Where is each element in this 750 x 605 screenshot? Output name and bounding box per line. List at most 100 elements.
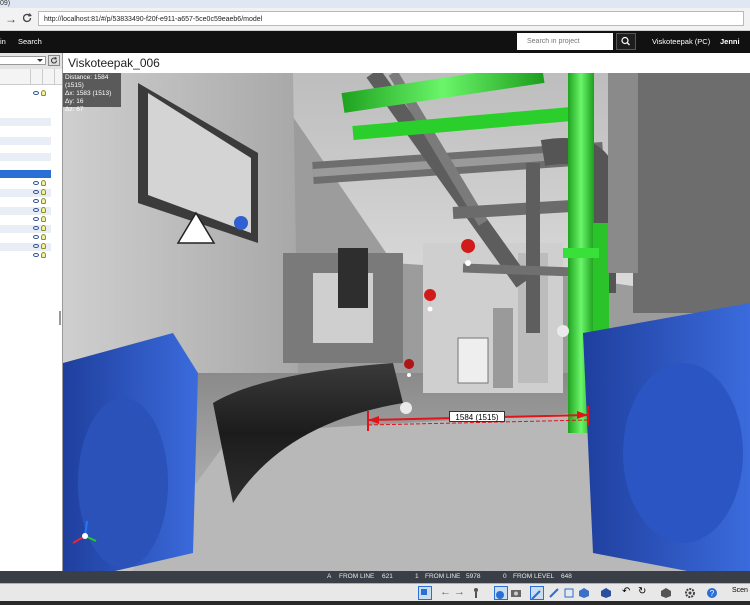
eye-icon[interactable]	[33, 91, 39, 95]
eye-icon[interactable]	[33, 253, 39, 257]
measure-button[interactable]	[530, 586, 544, 600]
model-tree-panel	[0, 53, 63, 583]
nav-item-main[interactable]: in	[0, 31, 6, 53]
tree-row[interactable]	[0, 153, 51, 161]
eye-icon[interactable]	[33, 217, 39, 221]
delta-y-text: Δy: 16	[65, 98, 84, 105]
arrow-left-icon[interactable]: ←	[440, 586, 452, 598]
tree-row[interactable]	[0, 137, 51, 145]
eye-icon[interactable]	[33, 235, 39, 239]
svg-text:?: ?	[710, 589, 715, 598]
camera-icon	[511, 590, 521, 597]
lightbulb-icon[interactable]	[41, 90, 46, 96]
cube-icon	[579, 588, 589, 598]
viewer-toolbar: ← → ↶ ↻ ? Scen	[0, 583, 750, 601]
panel-splitter[interactable]	[59, 311, 61, 325]
axis-a-text: FROM LINE	[339, 573, 375, 580]
tree-column-header	[0, 69, 62, 85]
tree-row[interactable]	[0, 189, 51, 197]
rotate-icon[interactable]: ↻	[638, 586, 650, 598]
distance-text: Distance: 1584 (1515)	[65, 74, 109, 89]
tree-row[interactable]	[0, 234, 51, 242]
camera-button[interactable]	[510, 586, 522, 598]
tree-row[interactable]	[0, 225, 51, 233]
forward-arrow-icon[interactable]: →	[4, 12, 18, 26]
search-button[interactable]	[616, 33, 636, 50]
level-value: 648	[561, 573, 572, 580]
delta-x-text: Δx: 1583 (1513)	[65, 90, 112, 97]
undo-icon[interactable]: ↶	[622, 586, 634, 598]
grid-status-bar: A FROM LINE 621 1 FROM LINE 5978 0 FROM …	[0, 571, 750, 583]
person-icon	[474, 588, 478, 598]
distance-label: 1584 (1515)	[449, 411, 505, 422]
eye-icon[interactable]	[33, 181, 39, 185]
lightbulb-icon[interactable]	[41, 243, 46, 249]
eye-icon[interactable]	[33, 190, 39, 194]
eye-icon[interactable]	[33, 208, 39, 212]
axis-1-value: 5978	[466, 573, 481, 580]
viewer-header: Viskoteepak_006	[63, 53, 750, 73]
tab-title-fragment: 09)	[0, 0, 11, 7]
axis-1-label: 1	[415, 573, 419, 580]
project-name[interactable]: Viskoteepak (PC)	[652, 31, 710, 53]
lightbulb-icon[interactable]	[41, 189, 46, 195]
refresh-icon	[51, 56, 58, 64]
level-label: 0	[503, 573, 507, 580]
pan-button[interactable]	[600, 586, 612, 598]
tree-row[interactable]	[0, 252, 51, 260]
tree-row[interactable]	[0, 90, 51, 98]
tree-row[interactable]	[0, 198, 51, 206]
axis-a-label: A	[327, 573, 332, 580]
lightbulb-icon[interactable]	[41, 207, 46, 213]
eye-icon[interactable]	[33, 226, 39, 230]
tree-row[interactable]	[0, 207, 51, 215]
walk-button[interactable]	[470, 586, 482, 598]
cube-icon	[601, 588, 611, 598]
url-field[interactable]: http://localhost:81/#/p/53833490-f20f-e9…	[38, 11, 744, 26]
model-objects-button[interactable]	[660, 586, 672, 598]
settings-button[interactable]	[684, 586, 696, 598]
model-title: Viskoteepak_006	[68, 56, 160, 70]
lightbulb-icon[interactable]	[41, 198, 46, 204]
browser-address-bar: → http://localhost:81/#/p/53833490-f20f-…	[0, 8, 750, 31]
reload-icon[interactable]	[20, 12, 34, 26]
ruler-icon	[531, 590, 541, 600]
tree-row[interactable]	[0, 216, 51, 224]
hide-button[interactable]	[578, 586, 590, 598]
gear-icon	[685, 588, 695, 598]
lightbulb-icon[interactable]	[41, 180, 46, 186]
markup-button[interactable]	[548, 586, 560, 598]
level-text: FROM LEVEL	[513, 573, 555, 580]
point-cloud-scene	[63, 73, 750, 583]
lightbulb-icon[interactable]	[41, 252, 46, 258]
square-icon	[421, 589, 427, 595]
scene-label[interactable]: Scen	[732, 587, 748, 594]
lightbulb-icon[interactable]	[41, 225, 46, 231]
app-header: in Search Viskoteepak (PC) Jenni Tu	[0, 31, 750, 68]
model-3d-viewport[interactable]: Distance: 1584 (1515) Δx: 1583 (1513) Δy…	[63, 73, 750, 583]
tree-filter-dropdown[interactable]	[0, 56, 46, 65]
eye-icon[interactable]	[33, 244, 39, 248]
orbit-button[interactable]	[494, 586, 508, 600]
refresh-button[interactable]	[48, 55, 60, 66]
cube-icon	[661, 588, 671, 598]
view-mode-button[interactable]	[418, 586, 432, 600]
help-button[interactable]: ?	[706, 586, 718, 598]
eye-icon[interactable]	[33, 199, 39, 203]
nav-item-search[interactable]: Search	[18, 31, 42, 53]
section-box-icon	[564, 588, 574, 598]
arrow-right-icon[interactable]: →	[454, 586, 466, 598]
chevron-down-icon	[37, 59, 43, 62]
pencil-icon	[549, 588, 559, 598]
tree-row-selected[interactable]	[0, 170, 51, 178]
lightbulb-icon[interactable]	[41, 216, 46, 222]
tree-row[interactable]	[0, 180, 51, 188]
help-icon: ?	[707, 588, 717, 598]
project-search-input[interactable]	[517, 33, 613, 50]
lightbulb-icon[interactable]	[41, 234, 46, 240]
section-button[interactable]	[563, 586, 575, 598]
axis-a-value: 621	[382, 573, 393, 580]
tree-toolbar	[0, 53, 62, 70]
tree-row[interactable]	[0, 243, 51, 251]
tree-row[interactable]	[0, 118, 51, 126]
